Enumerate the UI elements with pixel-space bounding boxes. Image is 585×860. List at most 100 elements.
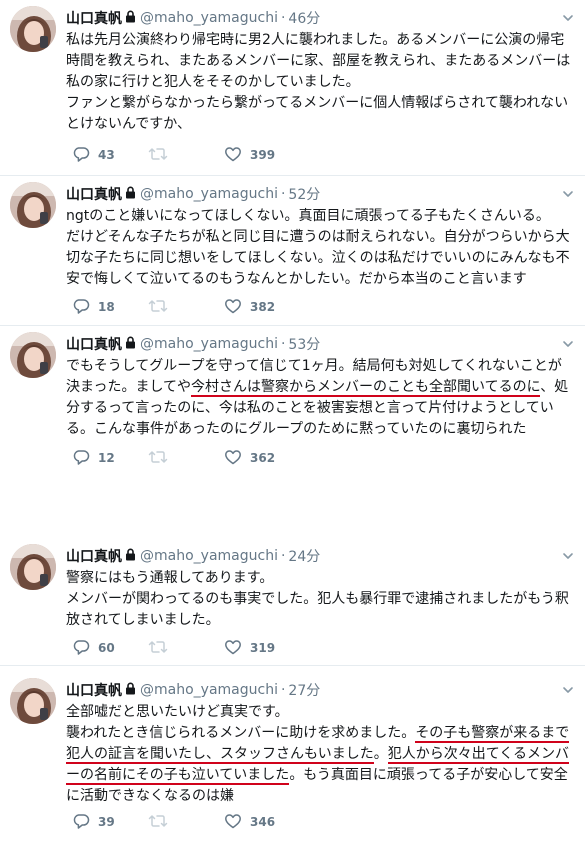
timestamp[interactable]: 24分 <box>288 546 320 566</box>
like-button[interactable]: 346 <box>224 813 275 832</box>
like-button[interactable]: 362 <box>224 449 275 468</box>
reply-icon <box>72 639 98 658</box>
retweet-icon <box>148 449 176 468</box>
chevron-down-icon[interactable] <box>561 548 575 562</box>
tweet-text: ngtのこと嫌いになってほしくない。真面目に頑張ってる子もたくさんいる。 だけど… <box>66 206 580 290</box>
tweet-line: だけどそんな子たちが私と同じ目に遭うのは耐えられない。自分がつらいから大 <box>66 227 580 248</box>
avatar[interactable] <box>10 6 56 52</box>
like-button[interactable]: 399 <box>224 146 275 165</box>
display-name[interactable]: 山口真帆 <box>66 334 122 354</box>
chevron-down-icon[interactable] <box>561 10 575 24</box>
text-segment: 襲われたとき信じられるメンバーに助けを求めました。 <box>66 725 416 741</box>
display-name[interactable]: 山口真帆 <box>66 546 122 566</box>
tweet-line: 犯人の証言を聞いたし、スタッフさんもいました。犯人から次々出てくるメンバ <box>66 744 580 765</box>
highlighted-text: ーの名前にその子も泣いていました <box>66 767 290 785</box>
like-button[interactable]: 319 <box>224 639 275 658</box>
retweet-icon <box>148 298 176 317</box>
avatar[interactable] <box>10 332 56 378</box>
tweet[interactable]: 山口真帆 @maho_yamaguchi · 24分 警察にはもう通報してありま… <box>0 538 585 666</box>
retweet-button[interactable] <box>148 449 198 468</box>
text-segment: 私の家に行けと犯人をそそのかしていました。 <box>66 74 360 90</box>
like-count: 399 <box>250 148 276 162</box>
tweet-line: でもそうしてグループを守って信じて1ヶ月。結局何も対処してくれないことが <box>66 356 580 377</box>
user-handle[interactable]: @maho_yamaguchi <box>140 548 278 564</box>
heart-icon <box>224 146 250 165</box>
retweet-button[interactable] <box>148 298 198 317</box>
user-handle[interactable]: @maho_yamaguchi <box>140 10 278 26</box>
reply-button[interactable]: 39 <box>72 813 122 832</box>
text-segment: 切な子たちに同じ想いをしてほしくない。泣くのは私だけでいいのにみんなも不 <box>66 250 570 266</box>
separator-dot: · <box>280 336 286 352</box>
avatar[interactable] <box>10 182 56 228</box>
tweet-header: 山口真帆 @maho_yamaguchi · 27分 <box>66 680 320 700</box>
chevron-down-icon[interactable] <box>561 682 575 696</box>
lock-icon <box>125 336 136 353</box>
tweet-line: 警察にはもう通報してあります。 <box>66 568 580 589</box>
tweet-text: でもそうしてグループを守って信じて1ヶ月。結局何も対処してくれないことが 決まっ… <box>66 356 580 440</box>
chevron-down-icon[interactable] <box>561 336 575 350</box>
reply-button[interactable]: 12 <box>72 449 122 468</box>
user-handle[interactable]: @maho_yamaguchi <box>140 336 278 352</box>
avatar[interactable] <box>10 678 56 724</box>
lock-icon <box>125 186 136 203</box>
reply-icon <box>72 813 98 832</box>
reply-button[interactable]: 60 <box>72 639 122 658</box>
text-segment: 放されてしまいました。 <box>66 612 220 628</box>
reply-button[interactable]: 18 <box>72 298 122 317</box>
tweet-line: ーの名前にその子も泣いていました。もう真面目に頑張ってる子が安心して安全 <box>66 765 580 786</box>
reply-count: 60 <box>98 641 115 655</box>
timestamp[interactable]: 53分 <box>288 334 320 354</box>
text-segment: 全部嘘だと思いたいけど真実です。 <box>66 704 289 720</box>
text-segment: 。 <box>373 746 388 762</box>
like-button[interactable]: 382 <box>224 298 275 317</box>
timestamp[interactable]: 46分 <box>288 8 320 28</box>
tweet-actions: 43 399 <box>72 145 305 165</box>
lock-icon <box>125 10 136 27</box>
tweet-line: 全部嘘だと思いたいけど真実です。 <box>66 702 580 723</box>
tweet-line: 切な子たちに同じ想いをしてほしくない。泣くのは私だけでいいのにみんなも不 <box>66 248 580 269</box>
tweet[interactable]: 山口真帆 @maho_yamaguchi · 46分 私は先月公演終わり帰宅時に… <box>0 0 585 176</box>
display-name[interactable]: 山口真帆 <box>66 680 122 700</box>
tweet-line: とけないんですか、 <box>66 114 580 135</box>
like-count: 382 <box>250 300 276 314</box>
heart-icon <box>224 639 250 658</box>
avatar[interactable] <box>10 544 56 590</box>
tweet-line: 私は先月公演終わり帰宅時に男2人に襲われました。あるメンバーに公演の帰宅 <box>66 30 580 51</box>
text-segment: 、処 <box>540 379 569 395</box>
tweet-actions: 18 382 <box>72 297 305 317</box>
tweet-line: 放されてしまいました。 <box>66 610 580 631</box>
tweet[interactable]: 山口真帆 @maho_yamaguchi · 52分 ngtのこと嫌いになってほ… <box>0 176 585 326</box>
tweet-line: る。こんな事件があったのにグループのために黙っていたのに裏切られた <box>66 419 580 440</box>
display-name[interactable]: 山口真帆 <box>66 184 122 204</box>
user-handle[interactable]: @maho_yamaguchi <box>140 682 278 698</box>
timestamp[interactable]: 52分 <box>288 184 320 204</box>
highlighted-text: 犯人の証言を聞いたし、スタッフさんもいました <box>66 746 374 764</box>
user-handle[interactable]: @maho_yamaguchi <box>140 186 278 202</box>
tweet-text: 警察にはもう通報してあります。 メンバーが関わってるのも事実でした。犯人も暴行罪… <box>66 568 580 631</box>
text-segment: 私は先月公演終わり帰宅時に男2人に襲われました。あるメンバーに公演の帰宅 <box>66 32 565 48</box>
display-name[interactable]: 山口真帆 <box>66 8 122 28</box>
tweet-line: 安で悔しくて泣いてるのもうなんとかしたい。だから本当のこと言います <box>66 269 580 290</box>
reply-button[interactable]: 43 <box>72 146 122 165</box>
tweet-header: 山口真帆 @maho_yamaguchi · 24分 <box>66 546 320 566</box>
tweet[interactable]: 山口真帆 @maho_yamaguchi · 27分 全部嘘だと思いたいけど真実… <box>0 672 585 860</box>
text-segment: とけないんですか、 <box>66 116 192 132</box>
highlighted-text: 犯人から次々出てくるメンバ <box>387 746 570 764</box>
tweet-line: に活動できなくなるのは嫌 <box>66 786 580 807</box>
separator-dot: · <box>280 548 286 564</box>
chevron-down-icon[interactable] <box>561 186 575 200</box>
timestamp[interactable]: 27分 <box>288 680 320 700</box>
like-count: 346 <box>250 815 276 829</box>
like-count: 319 <box>250 641 276 655</box>
reply-icon <box>72 146 98 165</box>
retweet-button[interactable] <box>148 146 198 165</box>
retweet-button[interactable] <box>148 813 198 832</box>
tweet[interactable]: 山口真帆 @maho_yamaguchi · 53分 でもそうしてグループを守っ… <box>0 326 585 476</box>
reply-count: 43 <box>98 148 115 162</box>
tweet-text: 私は先月公演終わり帰宅時に男2人に襲われました。あるメンバーに公演の帰宅 時間を… <box>66 30 580 135</box>
retweet-button[interactable] <box>148 639 198 658</box>
tweet-header: 山口真帆 @maho_yamaguchi · 53分 <box>66 334 320 354</box>
text-segment: 警察にはもう通報してあります。 <box>66 570 274 586</box>
retweet-icon <box>148 639 176 658</box>
tweet-text: 全部嘘だと思いたいけど真実です。 襲われたとき信じられるメンバーに助けを求めまし… <box>66 702 580 807</box>
